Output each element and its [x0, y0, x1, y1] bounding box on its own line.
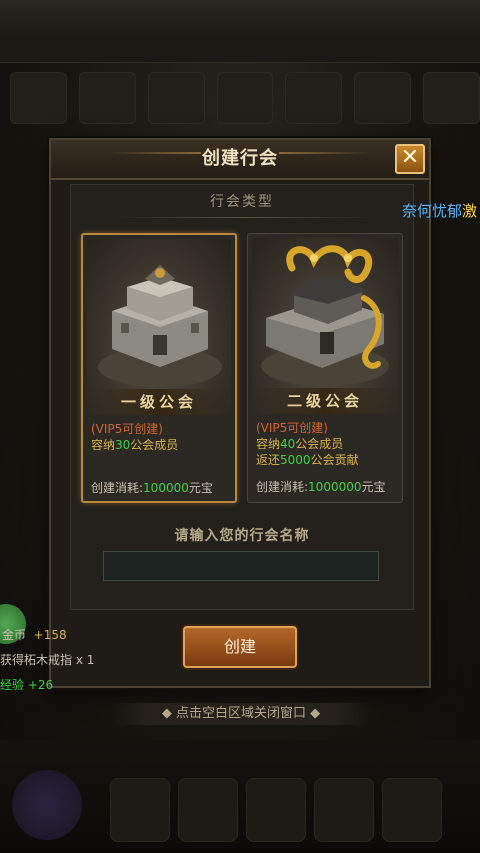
capacity-value: 40 — [280, 437, 296, 451]
capacity-line: 容纳30公会成员 — [91, 436, 178, 453]
capacity-suffix: 公会成员 — [295, 437, 344, 451]
background-icon — [285, 72, 343, 124]
dialog-title-bar: 创建行会 ✕ — [51, 140, 429, 180]
create-guild-button[interactable]: 创建 — [183, 626, 297, 668]
background-icon — [78, 72, 136, 124]
cost-label: 创建消耗: — [256, 480, 309, 494]
background-menu-button — [110, 778, 170, 842]
gold-gain-notification: 金币 +158 — [2, 626, 67, 643]
player-name-blue: 奈何忧郁 — [402, 202, 463, 220]
close-hint-text: ◆ 点击空白区域关闭窗口 ◆ — [161, 706, 321, 721]
create-guild-dialog: 创建行会 ✕ 行会类型 一级公会 (VIP5可创建) 容纳30公会成员 创建消耗… — [49, 138, 431, 688]
level-2-dragon-palace-image: 二级公会 — [252, 238, 398, 414]
guild-card-level-1[interactable]: 一级公会 (VIP5可创建) 容纳30公会成员 创建消耗:100000元宝 — [81, 233, 237, 503]
background-menu-button — [178, 778, 238, 842]
capacity-prefix: 容纳 — [256, 437, 281, 451]
background-menu-button — [314, 778, 374, 842]
close-hint-bar: ◆ 点击空白区域关闭窗口 ◆ — [110, 703, 372, 725]
cost-unit: 元宝 — [188, 481, 213, 495]
cost-line: 创建消耗:100000元宝 — [91, 479, 213, 496]
guild-card-level-2[interactable]: 二级公会 (VIP5可创建) 容纳40公会成员 返还5000公会贡献 创建消耗:… — [247, 233, 403, 503]
guild-name-input[interactable] — [103, 551, 379, 581]
background-menu-button — [382, 778, 442, 842]
guild-type-heading: 行会类型 — [210, 194, 274, 210]
gold-label: 金币 — [2, 628, 27, 642]
background-icon — [147, 72, 205, 124]
capacity-suffix: 公会成员 — [130, 438, 179, 452]
cost-label: 创建消耗: — [91, 481, 144, 495]
guild-card-title: 一级公会 — [87, 389, 231, 415]
cost-unit: 元宝 — [361, 480, 386, 494]
refund-line: 返还5000公会贡献 — [256, 451, 359, 468]
cost-value: 100000 — [143, 481, 189, 495]
guild-name-prompt: 请输入您的行会名称 — [174, 528, 310, 544]
exp-gain-notification: 经验 +26 — [0, 678, 54, 692]
cost-value: 1000000 — [308, 480, 362, 494]
vip-requirement: (VIP5可创建) — [256, 421, 328, 435]
capacity-prefix: 容纳 — [91, 438, 116, 452]
background-icon-row — [0, 72, 480, 128]
capacity-line: 容纳40公会成员 — [256, 435, 343, 452]
background-avatar-circle — [12, 770, 82, 840]
cost-line: 创建消耗:1000000元宝 — [256, 478, 386, 495]
level-1-fortress-image: 一级公会 — [87, 239, 231, 415]
background-icon — [423, 72, 480, 124]
section-divider — [111, 217, 375, 218]
guild-card-title: 二级公会 — [252, 388, 398, 414]
background-top-bar — [0, 0, 480, 35]
gold-value: +158 — [33, 628, 67, 642]
background-menu-button — [246, 778, 306, 842]
background-icon — [10, 72, 67, 124]
scrolling-player-name: 奈何忧郁激 — [402, 200, 477, 221]
item-gain-notification: 获得柘木戒指 x 1 — [0, 653, 95, 667]
close-hint-label: 点击空白区域关闭窗口 — [175, 706, 306, 721]
refund-prefix: 返还 — [256, 453, 281, 467]
capacity-value: 30 — [115, 438, 131, 452]
background-status-row — [0, 34, 480, 63]
player-name-yellow: 激 — [462, 202, 478, 220]
background-icon — [216, 72, 274, 124]
background-icon — [354, 72, 412, 124]
refund-suffix: 公会贡献 — [310, 453, 359, 467]
dialog-content-panel: 行会类型 一级公会 (VIP5可创建) 容纳30公会成员 创建消耗:100000… — [70, 184, 414, 610]
refund-value: 5000 — [280, 453, 311, 467]
vip-requirement: (VIP5可创建) — [91, 422, 163, 436]
close-button[interactable]: ✕ — [395, 144, 425, 174]
dialog-title: 创建行会 — [202, 148, 278, 169]
